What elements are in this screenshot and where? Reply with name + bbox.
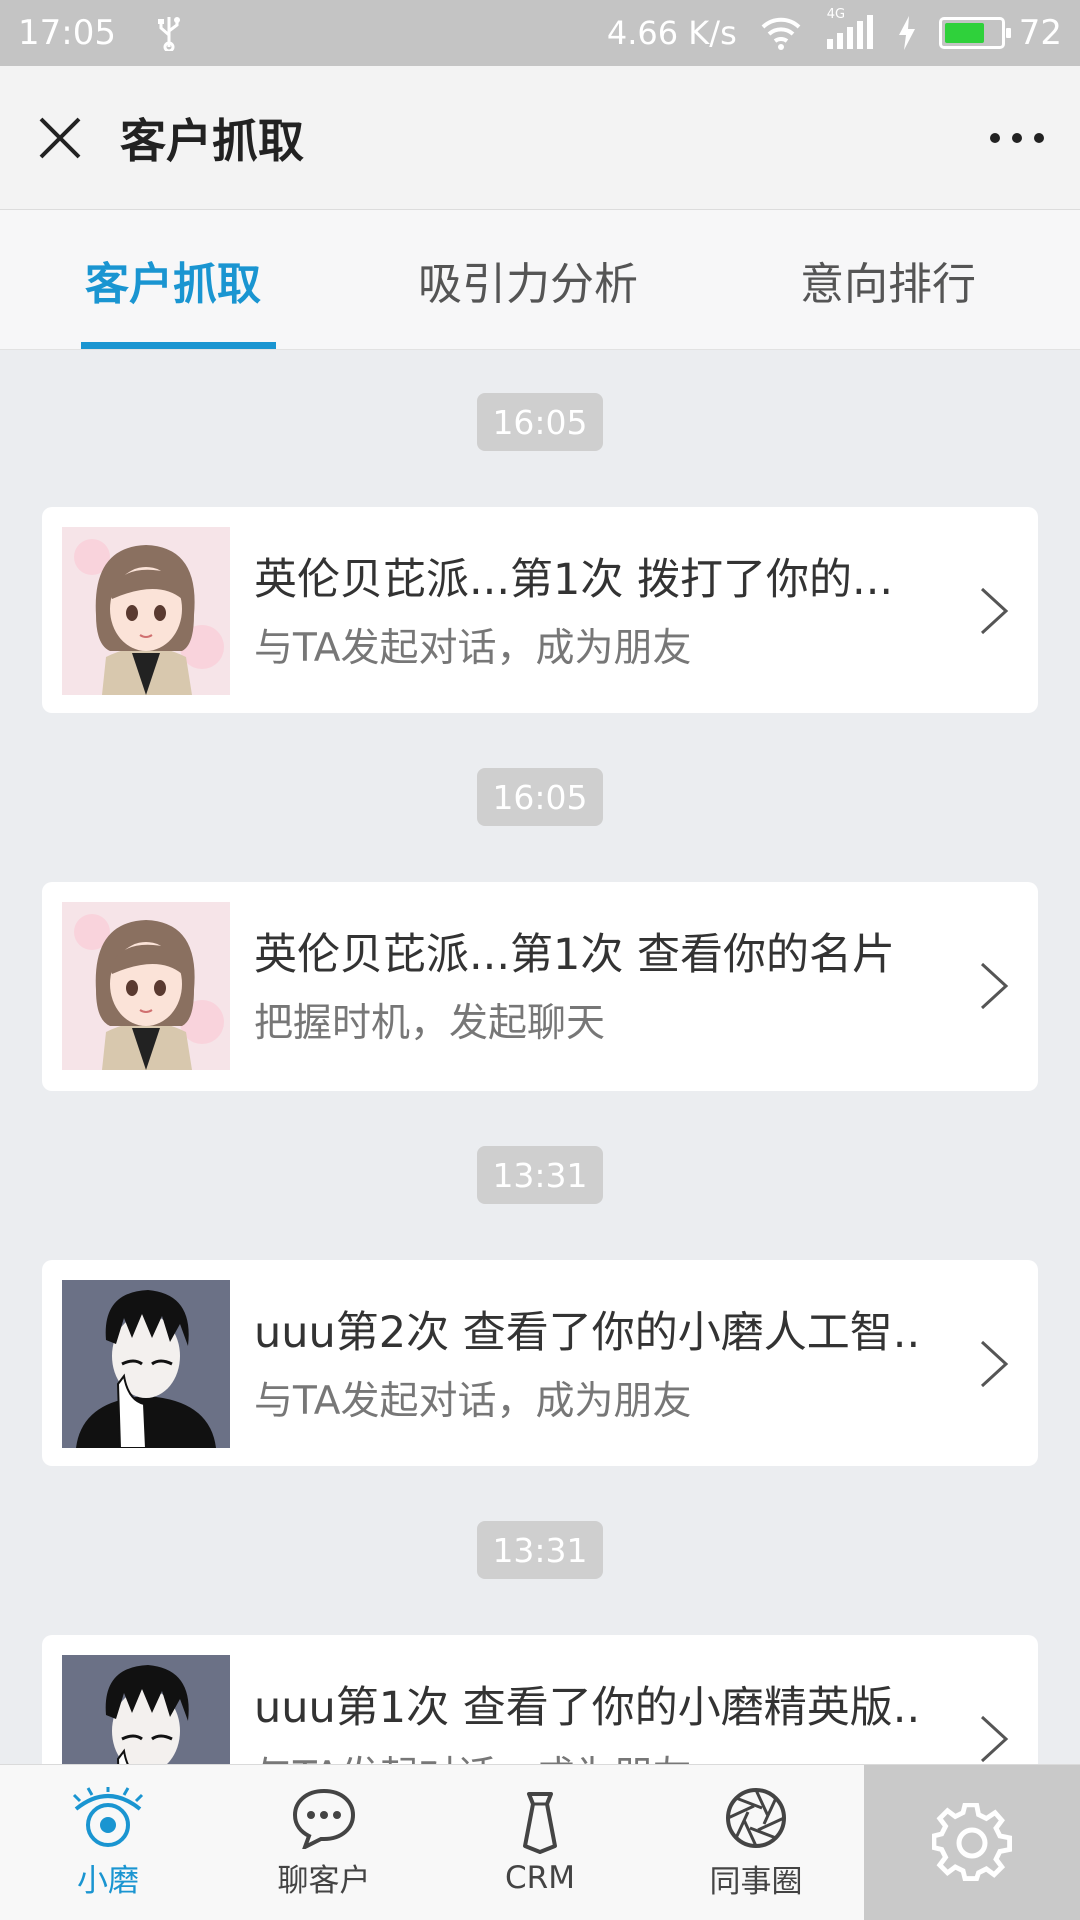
card-subtitle: 与TA发起对话，成为朋友	[254, 626, 692, 671]
chevron-right-icon	[980, 1340, 1009, 1388]
chevron-right-icon	[980, 587, 1009, 635]
chat-bubble-icon	[292, 1788, 356, 1849]
page-title: 客户抓取	[120, 113, 304, 168]
card-subtitle: 与TA发起对话，成为朋友	[254, 1745, 944, 1764]
timestamp-pill: 13:31	[477, 1146, 603, 1204]
close-button[interactable]	[0, 66, 120, 210]
tab-intent-ranking[interactable]: 意向排行	[800, 210, 976, 350]
card-title: 英伦贝芘派...第1次 拨打了你的...	[254, 555, 894, 605]
card-title: uuu第2次 查看了你的小磨人工智..	[254, 1308, 921, 1358]
nav-label: 小磨	[77, 1862, 139, 1899]
avatar	[62, 902, 230, 1070]
status-time: 17:05	[18, 13, 116, 53]
card-subtitle: 与TA发起对话，成为朋友	[254, 1379, 692, 1424]
card-subtitle: 把握时机，发起聊天	[254, 1001, 606, 1046]
battery-percent: 72	[1018, 13, 1062, 53]
bottom-nav: 小磨 聊客户 CRM 同事圈	[0, 1764, 1080, 1920]
capture-feed[interactable]: 16:05 英伦贝芘派...第1次 拨打了你的... 与TA发起对话，成为朋友 …	[0, 351, 1080, 1764]
usb-icon	[156, 15, 182, 51]
signal-icon: 4G	[825, 7, 875, 51]
timestamp-pill: 16:05	[477, 768, 603, 826]
chevron-right-icon	[980, 962, 1009, 1010]
title-bar: 客户抓取	[0, 66, 1080, 210]
nav-chat-customers[interactable]: 聊客户	[216, 1765, 432, 1920]
list-item[interactable]: 英伦贝芘派...第1次 查看你的名片 把握时机，发起聊天	[42, 882, 1038, 1091]
active-tab-indicator	[81, 342, 276, 349]
avatar	[62, 527, 230, 695]
aperture-icon	[726, 1787, 786, 1848]
nav-colleague-circle[interactable]: 同事圈	[648, 1765, 864, 1920]
battery-icon	[938, 17, 1011, 49]
settings-button[interactable]	[864, 1765, 1080, 1920]
status-bar: 17:05 4.66 K/s 4G 72	[0, 0, 1080, 66]
close-icon	[39, 117, 81, 158]
nav-label: CRM	[505, 1860, 575, 1896]
eye-icon	[72, 1786, 144, 1847]
wifi-icon	[759, 15, 803, 51]
nav-xiaomo[interactable]: 小磨	[0, 1765, 216, 1920]
tie-icon	[523, 1792, 557, 1854]
timestamp-pill: 16:05	[477, 393, 603, 451]
nav-crm[interactable]: CRM	[432, 1765, 648, 1920]
network-type: 4G	[826, 7, 846, 22]
net-speed: 4.66 K/s	[606, 14, 737, 52]
avatar	[62, 1280, 230, 1448]
tab-customer-capture[interactable]: 客户抓取	[85, 210, 261, 350]
list-item[interactable]: 英伦贝芘派...第1次 拨打了你的... 与TA发起对话，成为朋友	[42, 507, 1038, 713]
list-item[interactable]: uuu第2次 查看了你的小磨人工智.. 与TA发起对话，成为朋友	[42, 1260, 1038, 1466]
timestamp-pill: 13:31	[477, 1521, 603, 1579]
more-button[interactable]	[982, 106, 1052, 170]
tab-bar: 客户抓取 吸引力分析 意向排行	[0, 210, 1080, 350]
tab-attraction-analysis[interactable]: 吸引力分析	[418, 210, 638, 350]
nav-label: 同事圈	[709, 1863, 803, 1900]
avatar	[62, 1655, 230, 1764]
battery-fill	[944, 23, 984, 43]
more-icon	[990, 133, 1044, 143]
gear-icon	[932, 1803, 1012, 1882]
nav-label: 聊客户	[277, 1862, 371, 1899]
card-title: uuu第1次 查看了你的小磨精英版..	[254, 1683, 921, 1733]
list-item[interactable]: uuu第1次 查看了你的小磨精英版.. 与TA发起对话，成为朋友	[42, 1635, 1038, 1764]
charging-icon	[897, 16, 917, 50]
chevron-right-icon	[980, 1715, 1009, 1763]
card-title: 英伦贝芘派...第1次 查看你的名片	[254, 930, 896, 980]
